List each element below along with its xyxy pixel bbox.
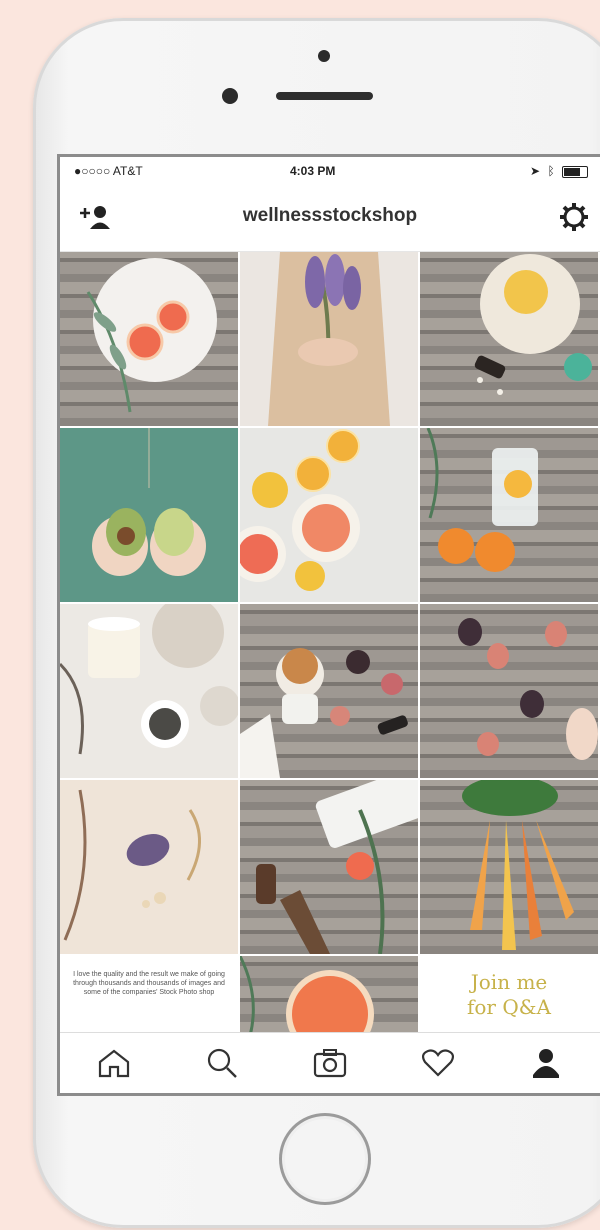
tab-home[interactable]	[94, 1043, 134, 1083]
grid-tile[interactable]	[60, 604, 238, 778]
qa-line-2: for Q&A	[466, 995, 551, 1019]
grid-tile[interactable]	[240, 252, 418, 426]
granola-bowl-image	[474, 254, 592, 395]
grid-tile[interactable]	[60, 780, 238, 954]
grid-tile[interactable]	[240, 428, 418, 602]
phone-screen: ●○○○○ AT&T 4:03 PM ➤ ᛒ wellnessstockshop	[60, 157, 600, 1093]
citrus-slices-image	[240, 429, 360, 591]
carrots-image	[462, 780, 574, 950]
tab-profile[interactable]	[526, 1043, 566, 1083]
crystal-sage-image	[63, 789, 201, 941]
search-icon	[207, 1048, 237, 1078]
status-right: ➤ ᛒ	[530, 164, 588, 178]
photo-grid: I love the quality and the result we mak…	[60, 252, 600, 1093]
tab-search[interactable]	[202, 1043, 242, 1083]
tab-camera[interactable]	[310, 1043, 350, 1083]
location-icon: ➤	[530, 164, 541, 178]
earpiece-speaker	[276, 92, 373, 100]
qa-line-1: Join me	[470, 970, 548, 994]
grid-tile[interactable]	[420, 428, 598, 602]
grid-tile[interactable]	[420, 780, 598, 954]
sensor-dot	[318, 50, 330, 62]
figs-yogurt-image	[240, 648, 408, 778]
grid-tile[interactable]	[240, 604, 418, 778]
keyboard-flatlay-image	[256, 780, 418, 954]
profile-icon	[533, 1049, 559, 1078]
heart-icon	[421, 1049, 455, 1077]
profile-username: wellnessstockshop	[242, 205, 418, 226]
candle-tea-image	[60, 604, 238, 755]
home-button[interactable]	[279, 1113, 371, 1205]
camera-icon	[313, 1049, 347, 1078]
status-time: 4:03 PM	[290, 164, 336, 178]
grid-tile[interactable]	[240, 780, 418, 954]
home-icon	[98, 1049, 130, 1078]
grid-tile[interactable]	[420, 604, 598, 778]
grapefruit-plate-image	[86, 258, 217, 413]
gear-icon[interactable]	[558, 201, 590, 233]
bluetooth-icon: ᛒ	[547, 164, 555, 178]
lavender-bouquet-image	[268, 252, 390, 426]
status-bar: ●○○○○ AT&T 4:03 PM ➤ ᛒ	[60, 157, 600, 185]
grid-tile[interactable]	[60, 428, 238, 602]
profile-header: wellnessstockshop	[60, 185, 600, 252]
tab-activity[interactable]	[418, 1043, 458, 1083]
figs-table-image	[458, 618, 598, 760]
qa-announcement: Join me for Q&A	[420, 970, 598, 1020]
battery-icon	[562, 165, 588, 178]
grid-tile[interactable]	[420, 252, 598, 426]
bottom-tab-bar	[60, 1032, 600, 1093]
testimonial-text: I love the quality and the result we mak…	[73, 971, 225, 996]
front-camera	[222, 88, 238, 104]
avocado-hands-image	[60, 428, 238, 602]
orange-water-image	[426, 428, 538, 572]
grid-tile[interactable]	[60, 252, 238, 426]
carrier-label: ●○○○○ AT&T	[74, 164, 143, 178]
